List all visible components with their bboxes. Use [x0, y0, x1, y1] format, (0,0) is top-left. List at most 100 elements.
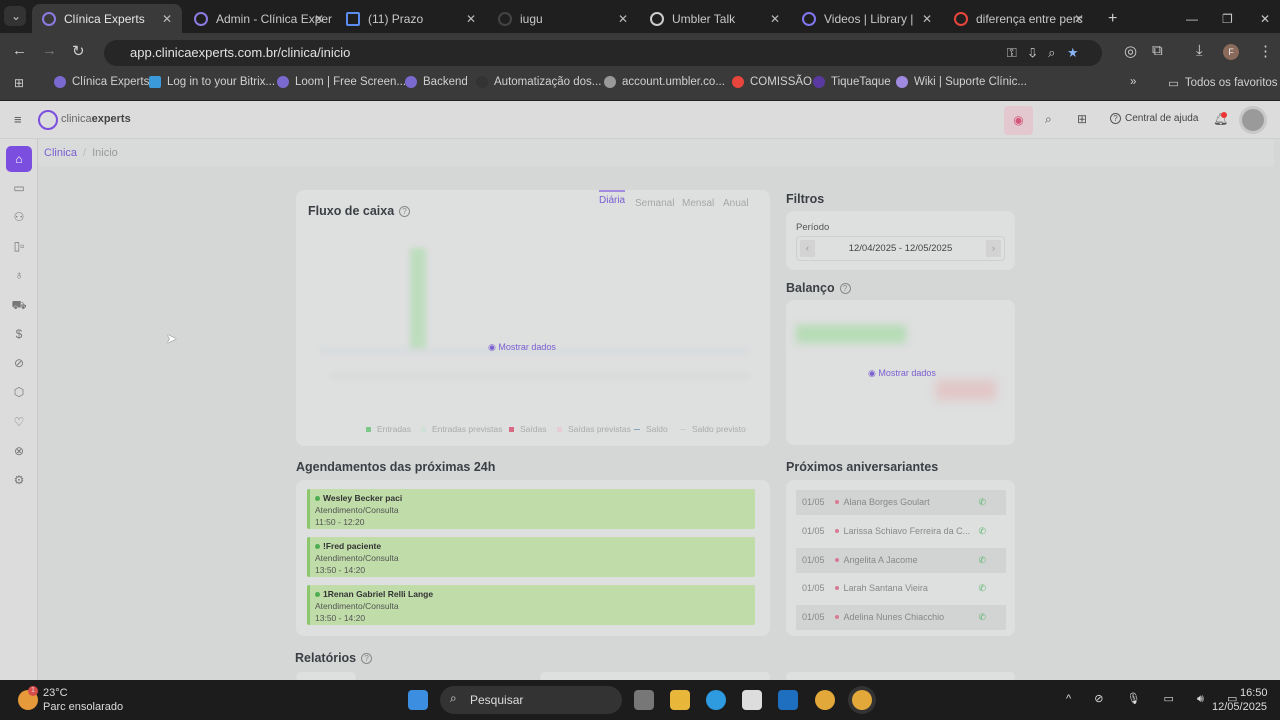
- task-view-icon[interactable]: [634, 690, 654, 710]
- tab-iugu[interactable]: iugu ✕: [488, 4, 638, 33]
- sidebar-item-kanban[interactable]: ▯▫: [8, 235, 30, 257]
- close-window-button[interactable]: ✕: [1250, 4, 1270, 33]
- back-icon[interactable]: ←: [12, 42, 27, 59]
- close-tab-icon[interactable]: ✕: [770, 12, 780, 26]
- sidebar-item-calendar[interactable]: ▭: [8, 177, 30, 199]
- windows-start-icon[interactable]: [408, 690, 428, 710]
- logo-text[interactable]: clinicaexperts: [61, 113, 131, 125]
- whatsapp-icon[interactable]: ✆: [978, 497, 986, 508]
- bookmark[interactable]: Wiki | Suporte Clínic...: [896, 76, 1027, 88]
- whatsapp-button[interactable]: ◉: [1004, 106, 1033, 135]
- whatsapp-icon[interactable]: ✆: [978, 555, 986, 566]
- next-period-button[interactable]: ›: [986, 240, 1001, 257]
- legend-saidas[interactable]: Saídas: [509, 424, 546, 434]
- sidebar-item-home[interactable]: ⌂: [6, 146, 32, 172]
- close-tab-icon[interactable]: ✕: [1074, 12, 1084, 26]
- store-icon[interactable]: [742, 690, 762, 710]
- bookmark[interactable]: account.umbler.co...: [604, 76, 725, 88]
- all-bookmarks[interactable]: ▭ Todos os favoritos: [1168, 76, 1278, 90]
- close-tab-icon[interactable]: ✕: [314, 12, 324, 26]
- tab-videos[interactable]: Videos | Library | ✕: [792, 4, 942, 33]
- extension-icon[interactable]: ◎: [1124, 42, 1137, 60]
- bookmark[interactable]: Clínica Experts: [54, 76, 149, 88]
- birthday-item[interactable]: 01/05 Angelita A Jacome ✆: [796, 548, 1006, 573]
- help-icon[interactable]: ?: [399, 206, 411, 218]
- whatsapp-icon[interactable]: ✆: [978, 612, 986, 623]
- birthday-item[interactable]: 01/05 Adelina Nunes Chiacchio ✆: [796, 605, 1006, 630]
- notification-bell-icon[interactable]: 🔔︎: [1213, 112, 1228, 126]
- search-icon[interactable]: ⌕: [1045, 112, 1052, 127]
- taskbar-search[interactable]: ⌕ Pesquisar: [440, 686, 622, 714]
- reload-icon[interactable]: ↻: [72, 42, 85, 60]
- legend-saldo[interactable]: Saldo: [634, 424, 668, 434]
- tab-diaria[interactable]: Diária: [599, 190, 626, 206]
- tab-search-button[interactable]: ⌄: [4, 6, 26, 26]
- bookmark[interactable]: Loom | Free Screen...: [277, 76, 406, 88]
- tab-anual[interactable]: Anual: [723, 198, 749, 209]
- prev-period-button[interactable]: ‹: [800, 240, 815, 257]
- download-icon[interactable]: ⤓: [1196, 42, 1203, 59]
- address-bar[interactable]: app.clinicaexperts.com.br/clinica/inicio…: [104, 40, 1102, 66]
- bookmark[interactable]: COMISSÃO: [732, 76, 812, 88]
- legend-entradas-previstas[interactable]: Entradas previstas: [421, 424, 502, 434]
- help-icon[interactable]: ?: [839, 283, 851, 295]
- whatsapp-icon[interactable]: ✆: [978, 583, 986, 594]
- sidebar-item-stethoscope[interactable]: ♁: [8, 264, 30, 286]
- address-bar-actions-icon[interactable]: ⚿⇩⌕★: [1007, 40, 1090, 66]
- menu-hamburger-icon[interactable]: ≡: [14, 112, 22, 127]
- appointment-item[interactable]: !Fred paciente Atendimento/Consulta 13:50 …: [307, 537, 755, 577]
- legend-saidas-previstas[interactable]: Saídas previstas: [557, 424, 631, 434]
- close-tab-icon[interactable]: ✕: [162, 12, 172, 26]
- sidebar-item-settings[interactable]: ⚙: [8, 469, 30, 491]
- user-avatar[interactable]: [1239, 106, 1267, 134]
- bookmark[interactable]: Log in to your Bitrix...: [149, 76, 275, 88]
- chrome-profile-icon[interactable]: [852, 690, 872, 710]
- sidebar-item-users[interactable]: ⚇: [8, 206, 30, 228]
- birthday-item[interactable]: 01/05 Larah Santana Vieira ✆: [796, 576, 1006, 601]
- legend-entradas[interactable]: Entradas: [366, 424, 411, 434]
- appointment-item[interactable]: Wesley Becker paci Atendimento/Consulta 11…: [307, 489, 755, 529]
- apps-icon[interactable]: ⊞: [1077, 112, 1087, 126]
- bookmark[interactable]: Backend: [405, 76, 468, 88]
- birthday-item[interactable]: 01/05 Alana Borges Goulart ✆: [796, 490, 1006, 515]
- show-data-button[interactable]: ◉ Mostrar dados: [488, 342, 556, 353]
- birthday-item[interactable]: 01/05 Larissa Schiavo Ferreira da C... ✆: [796, 519, 1006, 544]
- sidebar-item-finance[interactable]: $: [8, 323, 30, 345]
- whatsapp-icon[interactable]: ✆: [978, 526, 986, 537]
- tab-semanal[interactable]: Semanal: [635, 198, 674, 209]
- bookmark[interactable]: TiqueTaque: [813, 76, 891, 88]
- sidebar-item-cancel[interactable]: ⊗: [8, 440, 30, 462]
- show-data-button[interactable]: ◉ Mostrar dados: [868, 368, 936, 379]
- tab-prazo[interactable]: (11) Prazo ✕: [336, 4, 486, 33]
- legend-saldo-previsto[interactable]: Saldo previsto: [680, 424, 746, 434]
- edge-icon[interactable]: [706, 690, 726, 710]
- profile-avatar[interactable]: F: [1223, 44, 1239, 60]
- menu-kebab-icon[interactable]: ⋮: [1258, 42, 1273, 60]
- tab-umbler[interactable]: Umbler Talk ✕: [640, 4, 790, 33]
- breadcrumb-root-link[interactable]: Clinica: [44, 147, 77, 159]
- file-explorer-icon[interactable]: [670, 690, 690, 710]
- apps-grid-icon[interactable]: ⊞: [14, 76, 24, 90]
- outlook-icon[interactable]: [778, 690, 798, 710]
- tab-mensal[interactable]: Mensal: [682, 198, 714, 209]
- sidebar-item-chat[interactable]: ♡: [8, 411, 30, 433]
- maximize-button[interactable]: ❐: [1212, 4, 1233, 33]
- tab-google[interactable]: diferença entre perc ✕: [944, 4, 1094, 33]
- period-picker[interactable]: ‹ 12/04/2025 - 12/05/2025 ›: [796, 236, 1005, 261]
- help-center-link[interactable]: ? Central de ajuda: [1110, 113, 1198, 124]
- sidebar-item-gauge[interactable]: ⊘: [8, 352, 30, 374]
- close-tab-icon[interactable]: ✕: [466, 12, 476, 26]
- bookmark[interactable]: Automatização dos...: [476, 76, 601, 88]
- forward-icon[interactable]: →: [42, 42, 57, 59]
- clock-date[interactable]: 12/05/2025: [1212, 701, 1267, 713]
- help-icon[interactable]: ?: [361, 653, 373, 665]
- tab-admin[interactable]: Admin - Clínica Exper ✕: [184, 4, 334, 33]
- sidebar-item-cart[interactable]: ⛟: [8, 294, 30, 316]
- chrome-icon[interactable]: [815, 690, 835, 710]
- close-tab-icon[interactable]: ✕: [618, 12, 628, 26]
- new-tab-button[interactable]: +: [1098, 4, 1117, 33]
- tab-clinica-experts[interactable]: Clínica Experts ✕: [32, 4, 182, 33]
- extensions-puzzle-icon[interactable]: ⧉: [1152, 42, 1163, 59]
- minimize-button[interactable]: —: [1176, 4, 1198, 33]
- close-tab-icon[interactable]: ✕: [922, 12, 932, 26]
